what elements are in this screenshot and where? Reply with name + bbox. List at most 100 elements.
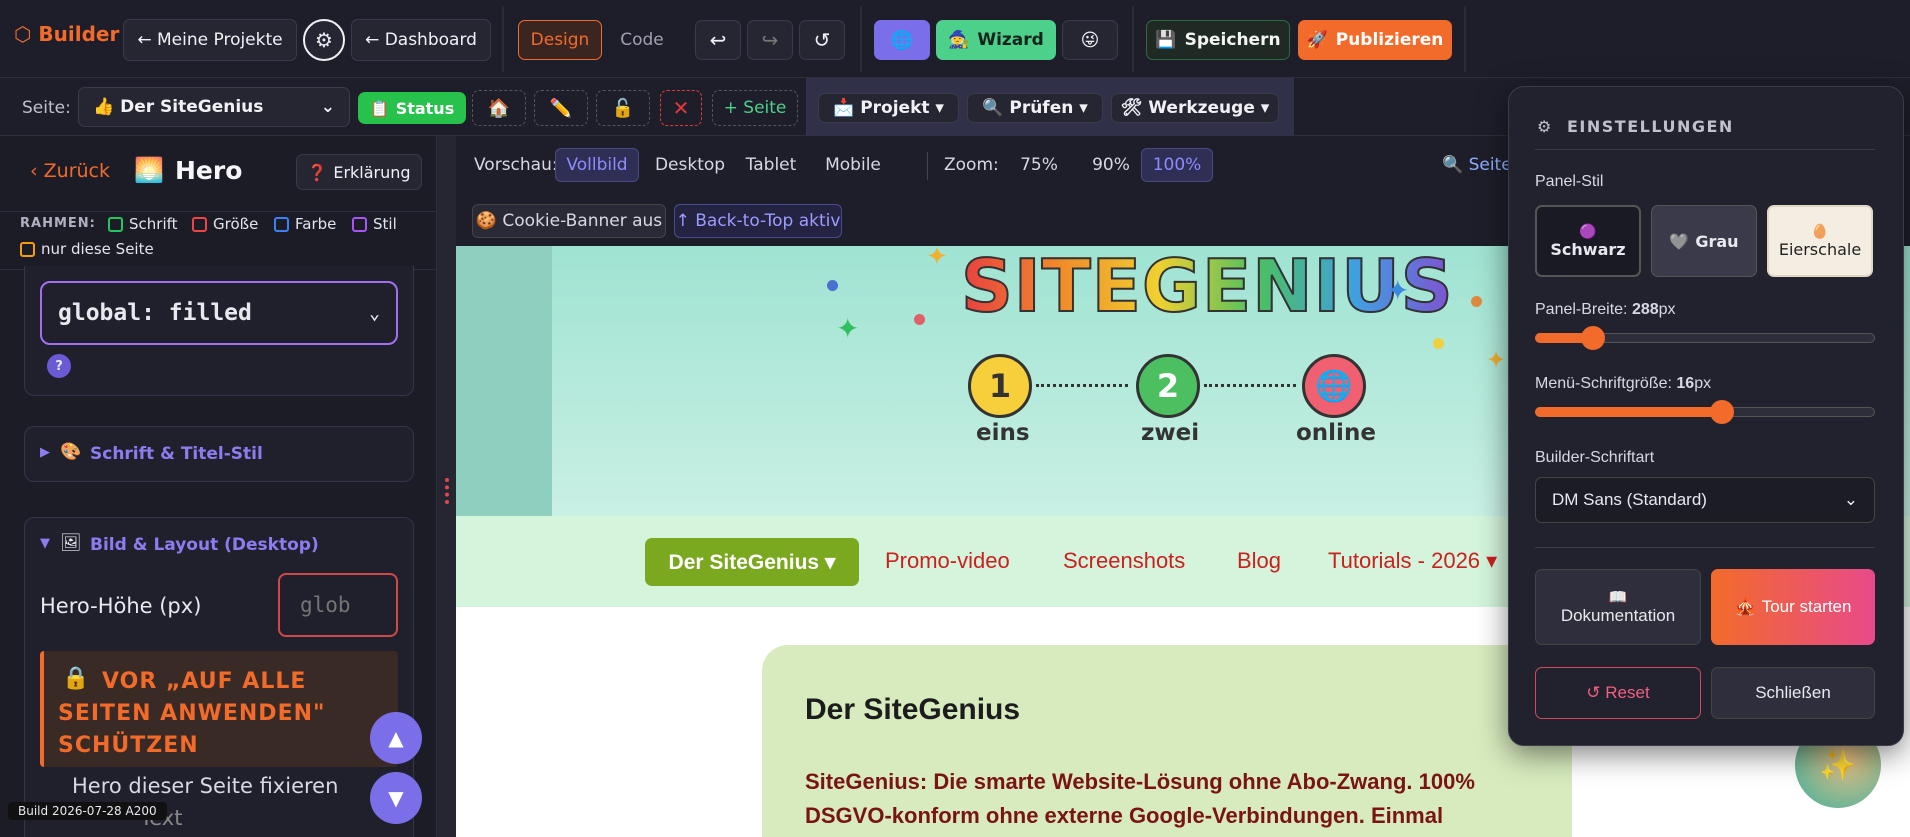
- builder-font-value: DM Sans (Standard): [1552, 490, 1707, 509]
- delete-page-icon[interactable]: ✕: [660, 90, 702, 126]
- inbox-icon: 📩: [833, 98, 855, 118]
- frame-legend-style: Stil: [352, 215, 397, 233]
- reset-button[interactable]: ↺ Reset: [1535, 667, 1701, 719]
- gear-icon[interactable]: ⚙: [303, 19, 345, 61]
- globe-icon[interactable]: 🌐: [874, 20, 930, 60]
- chevron-down-icon: ⌄: [320, 97, 335, 117]
- style-label: Grau: [1695, 231, 1739, 251]
- fix-hero-label[interactable]: Hero dieser Seite fixieren: [72, 774, 338, 798]
- close-button[interactable]: Schließen: [1711, 667, 1875, 719]
- refresh-icon[interactable]: ↺: [799, 20, 845, 60]
- brand-logo: ⬡ Builder: [14, 22, 120, 46]
- explain-label: Erklärung: [333, 162, 411, 182]
- image-icon: 🖼: [60, 533, 82, 553]
- builder-font-label: Builder-Schriftart: [1535, 449, 1655, 466]
- dashboard-button[interactable]: ← Dashboard: [351, 19, 491, 61]
- emoji-icon[interactable]: 😜: [1062, 20, 1118, 60]
- style-label: Eierschale: [1778, 239, 1862, 259]
- clipboard-icon: 📋: [369, 98, 390, 118]
- global-style-select[interactable]: global: filled ⌄: [40, 281, 398, 345]
- style-eggshell-button[interactable]: 🥚 Eierschale: [1767, 205, 1873, 277]
- pencil-icon[interactable]: ✏️: [534, 90, 588, 126]
- menu-font-size-value: 16: [1676, 375, 1695, 392]
- explain-button[interactable]: ❓ Erklärung: [296, 154, 422, 190]
- wizard-icon: 🧙: [948, 30, 970, 50]
- style-black-button[interactable]: 🟣 Schwarz: [1535, 205, 1641, 277]
- caret-down-icon[interactable]: ▼: [40, 536, 50, 551]
- cookie-badge: 🍪 Cookie-Banner aus: [472, 204, 666, 238]
- publish-label: Publizieren: [1335, 30, 1444, 50]
- step-connector: [1204, 384, 1296, 387]
- wizard-button[interactable]: 🧙 Wizard: [936, 20, 1056, 60]
- tools-menu[interactable]: 🛠 Werkzeuge ▾: [1111, 93, 1279, 123]
- mode-desktop[interactable]: Desktop: [655, 148, 725, 182]
- global-style-value: global: filled: [58, 300, 252, 326]
- tab-design[interactable]: Design: [518, 20, 602, 60]
- zoom-100[interactable]: 100%: [1141, 148, 1213, 182]
- check-menu[interactable]: 🔍 Prüfen ▾: [967, 93, 1103, 123]
- dot-decoration: [914, 314, 925, 325]
- back-to-top-badge: ↑ Back-to-Top aktiv: [674, 204, 842, 238]
- status-button[interactable]: 📋 Status: [358, 92, 466, 124]
- style-label: Schwarz: [1550, 239, 1626, 259]
- frame-box: [20, 241, 35, 257]
- nav-item-active[interactable]: Der SiteGenius ▾: [645, 538, 859, 586]
- preview-label: Vorschau:: [474, 155, 558, 175]
- page-search[interactable]: 🔍 Seite: [1442, 148, 1512, 182]
- hero-height-input[interactable]: [278, 573, 398, 637]
- nav-item-tutorials[interactable]: Tutorials - 2026 ▾: [1328, 548, 1497, 574]
- resize-grip-icon[interactable]: [445, 478, 450, 504]
- my-projects-button[interactable]: ← Meine Projekte: [123, 19, 297, 61]
- top-toolbar: ⬡ Builder ← Meine Projekte ⚙ ← Dashboard…: [0, 0, 1910, 78]
- save-button[interactable]: 💾 Speichern: [1146, 20, 1290, 60]
- mode-mobile[interactable]: Mobile: [819, 148, 887, 182]
- frame-label: nur diese Seite: [41, 240, 154, 258]
- frame-label: Schrift: [129, 215, 178, 233]
- step-2-badge: 2: [1136, 354, 1200, 418]
- status-label: Status: [395, 98, 455, 118]
- menu-font-size-handle[interactable]: [1710, 400, 1734, 424]
- frame-box: [108, 216, 123, 232]
- frame-legend-size: Größe: [192, 215, 258, 233]
- step-1-badge: 1: [968, 354, 1032, 418]
- content-text: SiteGenius: Die smarte Website-Lösung oh…: [805, 769, 1475, 828]
- nav-item-blog[interactable]: Blog: [1237, 548, 1281, 574]
- sparkle-icon: ✦: [926, 246, 948, 272]
- home-icon[interactable]: 🏠: [472, 90, 526, 126]
- panel-width-handle[interactable]: [1580, 326, 1605, 350]
- publish-button[interactable]: 🚀 Publizieren: [1298, 20, 1452, 60]
- help-icon[interactable]: ?: [47, 354, 71, 378]
- menu-font-size-text: Menü-Schriftgröße:: [1535, 375, 1672, 392]
- tab-code[interactable]: Code: [610, 20, 674, 60]
- documentation-button[interactable]: 📖 Dokumentation: [1535, 569, 1701, 645]
- globe-step-icon: 🌐: [1302, 354, 1366, 418]
- add-page-button[interactable]: + Seite: [712, 90, 798, 126]
- scroll-down-button[interactable]: ▼: [370, 772, 422, 824]
- page-label: Seite:: [22, 98, 71, 118]
- caret-right-icon: ▶: [40, 445, 50, 460]
- sparkle-icon: ✦: [1386, 274, 1410, 307]
- content-title: Der SiteGenius: [805, 693, 1021, 726]
- builder-font-select[interactable]: DM Sans (Standard) ⌄: [1535, 477, 1875, 523]
- project-menu[interactable]: 📩 Projekt ▾: [818, 93, 959, 123]
- heart-icon: 🩶: [1669, 231, 1690, 251]
- font-section-title: Schrift & Titel-Stil: [90, 444, 263, 464]
- mode-tablet[interactable]: Tablet: [739, 148, 803, 182]
- scroll-up-button[interactable]: ▲: [370, 712, 422, 764]
- redo-icon[interactable]: ↪: [747, 20, 793, 60]
- mode-fullscreen[interactable]: Vollbild: [555, 148, 639, 182]
- tools-menu-label: Werkzeuge ▾: [1148, 98, 1270, 118]
- unlock-icon[interactable]: 🔓: [596, 90, 650, 126]
- start-tour-button[interactable]: 🎪 Tour starten: [1711, 569, 1875, 645]
- zoom-75[interactable]: 75%: [1009, 148, 1069, 182]
- style-grey-button[interactable]: 🩶 Grau: [1651, 205, 1757, 277]
- undo-icon[interactable]: ↩: [695, 20, 741, 60]
- nav-item-screenshots[interactable]: Screenshots: [1063, 548, 1185, 574]
- palette-icon: 🎨: [60, 442, 82, 462]
- nav-item-promo[interactable]: Promo-video: [885, 548, 1010, 574]
- zoom-90[interactable]: 90%: [1081, 148, 1141, 182]
- page-select[interactable]: 👍 Der SiteGenius ⌄: [78, 87, 350, 127]
- hero-side-strip: [456, 246, 552, 516]
- back-link[interactable]: ‹ Zurück: [30, 160, 110, 182]
- search-icon: 🔍: [982, 98, 1004, 118]
